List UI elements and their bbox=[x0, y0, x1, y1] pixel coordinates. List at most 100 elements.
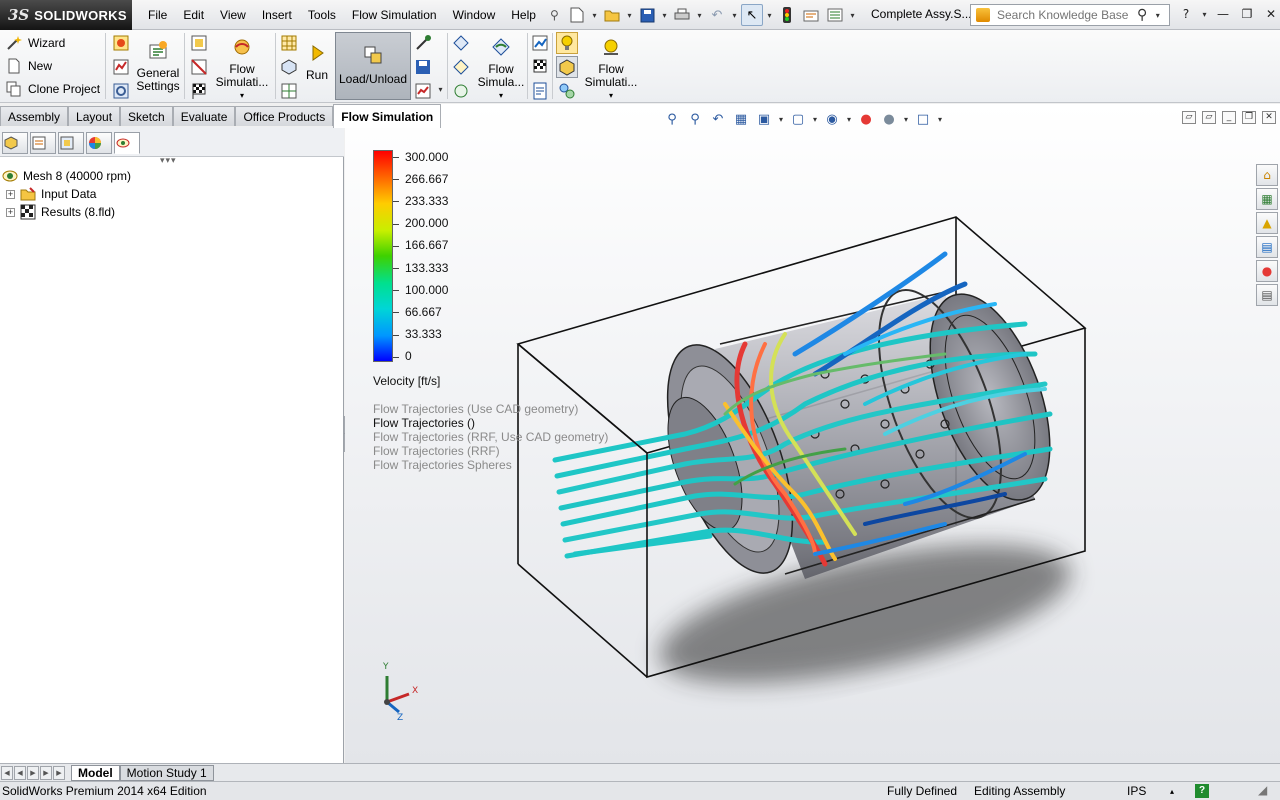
select-dropdown[interactable]: ▾ bbox=[765, 11, 774, 20]
appearances-tab[interactable]: ● bbox=[1256, 260, 1278, 282]
minimize-icon[interactable]: — bbox=[1213, 4, 1233, 24]
tab-flow-simulation[interactable]: Flow Simulation bbox=[333, 104, 442, 128]
flow-simulation-analysis-tab[interactable] bbox=[114, 132, 140, 154]
restore-icon[interactable]: ❐ bbox=[1237, 4, 1257, 24]
prev-tab-button[interactable]: ◀ bbox=[14, 766, 26, 780]
tab-office-products[interactable]: Office Products bbox=[235, 106, 334, 126]
units-selector[interactable]: IPS bbox=[1127, 784, 1146, 798]
save-results-icon[interactable] bbox=[414, 58, 432, 76]
select-button[interactable]: ↖ bbox=[741, 4, 763, 26]
hide-show-dropdown[interactable]: ▾ bbox=[845, 110, 853, 128]
flow-simulation-dropdown-3[interactable]: Flow Simulati... ▾ bbox=[583, 36, 639, 102]
last-tab-button[interactable]: ▶ bbox=[40, 766, 52, 780]
display-toggle-button[interactable] bbox=[556, 32, 578, 54]
new-document-button[interactable] bbox=[566, 4, 588, 26]
checkered-flag-icon[interactable] bbox=[190, 82, 208, 100]
fluid-subdomain-icon[interactable] bbox=[112, 58, 130, 76]
tab-evaluate[interactable]: Evaluate bbox=[172, 106, 236, 126]
dynamic-annotation-icon[interactable]: ▣ bbox=[754, 110, 774, 128]
tree-node-mesh[interactable]: Mesh 8 (40000 rpm) bbox=[2, 167, 131, 185]
custom-properties-tab[interactable]: ▤ bbox=[1256, 284, 1278, 306]
goal-plot-icon[interactable] bbox=[531, 58, 549, 76]
boundary-condition-icon[interactable] bbox=[112, 82, 130, 100]
options-button[interactable] bbox=[824, 4, 846, 26]
previous-view-icon[interactable]: ↶ bbox=[708, 110, 728, 128]
report-icon[interactable] bbox=[531, 82, 549, 100]
zoom-to-fit-icon[interactable]: ⚲ bbox=[662, 110, 682, 128]
plot-item[interactable]: Flow Trajectories Spheres bbox=[373, 458, 608, 472]
wizard-button[interactable]: Wizard bbox=[6, 35, 65, 51]
display-manager-tab[interactable] bbox=[86, 132, 112, 154]
equation-goal-icon[interactable] bbox=[190, 58, 208, 76]
search-input[interactable] bbox=[995, 7, 1135, 23]
save-dropdown[interactable]: ▾ bbox=[660, 11, 669, 20]
search-icon[interactable]: ⚲ bbox=[1137, 7, 1147, 23]
computational-domain-icon[interactable] bbox=[112, 34, 130, 52]
solidworks-logo[interactable]: 3S SOLIDWORKS bbox=[0, 0, 132, 30]
menu-flow-simulation[interactable]: Flow Simulation bbox=[344, 8, 445, 22]
view-settings-dropdown[interactable]: ▾ bbox=[936, 110, 944, 128]
feature-manager-tab[interactable] bbox=[2, 132, 28, 154]
plot-item[interactable]: Flow Trajectories (RRF) bbox=[373, 444, 608, 458]
run-button[interactable]: Run bbox=[303, 42, 331, 82]
plot-item[interactable]: Flow Trajectories (RRF, Use CAD geometry… bbox=[373, 430, 608, 444]
cascade-icon[interactable]: ▱ bbox=[1202, 111, 1216, 124]
restore-viewport-icon[interactable]: ❐ bbox=[1242, 111, 1256, 124]
tab-assembly[interactable]: Assembly bbox=[0, 106, 69, 126]
first-tab-button[interactable]: ◀ bbox=[1, 766, 13, 780]
open-button[interactable] bbox=[601, 4, 623, 26]
expand-icon[interactable]: + bbox=[6, 207, 15, 217]
tree-node-results[interactable]: + Results (8.fld) bbox=[6, 203, 115, 221]
parameters-icon[interactable] bbox=[558, 82, 576, 100]
cut-plot-icon[interactable] bbox=[452, 34, 470, 52]
menu-window[interactable]: Window bbox=[445, 8, 504, 22]
quick-tips-icon[interactable]: ? bbox=[1195, 784, 1209, 798]
resize-grip-icon[interactable]: ◢ bbox=[1258, 783, 1267, 797]
results-summary-icon[interactable] bbox=[414, 82, 432, 100]
plot-item[interactable]: Flow Trajectories (Use CAD geometry) bbox=[373, 402, 608, 416]
expand-icon[interactable]: + bbox=[6, 189, 15, 199]
rebuild-button[interactable] bbox=[776, 4, 798, 26]
component-control-button[interactable] bbox=[556, 56, 578, 78]
display-style-dropdown[interactable]: ▾ bbox=[811, 110, 819, 128]
minimize-viewport-icon[interactable]: _ bbox=[1222, 111, 1236, 124]
solidworks-resources-tab[interactable]: ⌂ bbox=[1256, 164, 1278, 186]
new-project-button[interactable]: New bbox=[6, 58, 52, 74]
tile-icon[interactable]: ▱ bbox=[1182, 111, 1196, 124]
pin-menu-icon[interactable]: ⚲ bbox=[550, 8, 564, 22]
menu-tools[interactable]: Tools bbox=[300, 8, 344, 22]
menu-insert[interactable]: Insert bbox=[254, 8, 300, 22]
local-mesh-icon[interactable] bbox=[280, 58, 298, 76]
next-tab-button[interactable]: ▶ bbox=[27, 766, 39, 780]
menu-view[interactable]: View bbox=[212, 8, 254, 22]
view-orientation-icon[interactable]: ▢ bbox=[788, 110, 808, 128]
file-properties-button[interactable] bbox=[800, 4, 822, 26]
view-palette-tab[interactable]: ▤ bbox=[1256, 236, 1278, 258]
new-document-dropdown[interactable]: ▾ bbox=[590, 11, 599, 20]
help-icon[interactable]: ? bbox=[1176, 4, 1196, 24]
scroll-tab-button[interactable]: ▶ bbox=[53, 766, 65, 780]
close-viewport-icon[interactable]: ✕ bbox=[1262, 111, 1276, 124]
search-dropdown[interactable]: ▾ bbox=[1153, 11, 1162, 20]
results-dropdown[interactable]: ▾ bbox=[436, 85, 445, 94]
panel-grip[interactable]: ▾▾▾ bbox=[160, 156, 177, 166]
flow-simulation-dropdown-1[interactable]: Flow Simulati... ▾ bbox=[212, 36, 272, 102]
probe-icon[interactable] bbox=[414, 34, 432, 52]
options-dropdown[interactable]: ▾ bbox=[848, 11, 857, 20]
menu-help[interactable]: Help bbox=[503, 8, 544, 22]
tab-motion-study-1[interactable]: Motion Study 1 bbox=[119, 765, 214, 781]
close-icon[interactable]: ✕ bbox=[1261, 4, 1280, 24]
units-dropdown-icon[interactable]: ▴ bbox=[1170, 787, 1174, 796]
mesh-icon[interactable] bbox=[280, 34, 298, 52]
design-library-tab[interactable]: ▦ bbox=[1256, 188, 1278, 210]
xy-plot-icon[interactable] bbox=[531, 34, 549, 52]
help-dropdown[interactable]: ▾ bbox=[1200, 10, 1209, 19]
property-manager-tab[interactable] bbox=[30, 132, 56, 154]
file-explorer-tab[interactable]: ▲ bbox=[1256, 212, 1278, 234]
menu-file[interactable]: File bbox=[140, 8, 175, 22]
tab-model[interactable]: Model bbox=[71, 765, 120, 781]
surface-plot-icon[interactable] bbox=[452, 58, 470, 76]
scene-dropdown[interactable]: ▾ bbox=[902, 110, 910, 128]
flow-simulation-dropdown-2[interactable]: Flow Simula... ▾ bbox=[474, 36, 528, 102]
save-button[interactable] bbox=[636, 4, 658, 26]
